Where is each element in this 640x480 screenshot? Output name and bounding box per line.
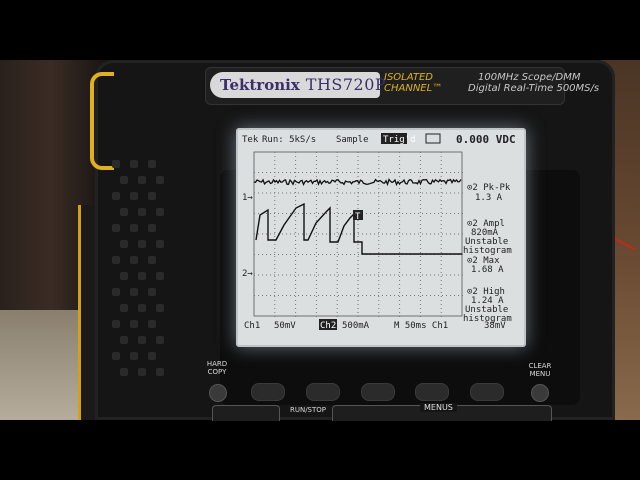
clear-menu-button[interactable] — [531, 384, 549, 402]
bottom-key-left[interactable] — [212, 405, 280, 421]
isolated-channel-label: ISOLATED CHANNEL™ — [384, 72, 442, 94]
yellow-handle — [90, 72, 114, 170]
hard-copy-line1: HARD — [206, 360, 228, 368]
trigger-marker: T — [355, 212, 361, 222]
ch2-marker: 2→ — [242, 269, 253, 279]
softkey-3[interactable] — [361, 383, 395, 401]
run-stop-label: RUN/STOP — [289, 406, 327, 414]
ch1-trace — [253, 178, 462, 187]
footer-trigger-level: 38mV — [484, 321, 506, 331]
clear-menu-label: CLEAR MENU — [522, 362, 558, 378]
model-name: THS720P — [305, 75, 387, 94]
spec-line2: Digital Real-Time 500MS/s — [468, 83, 600, 94]
footer-ch1-scale: 50mV — [274, 321, 296, 331]
hard-copy-button[interactable] — [209, 384, 227, 402]
softkey-2[interactable] — [306, 383, 340, 401]
dmm-voltage: 0.000 VDC — [456, 133, 516, 146]
tek-label: Tek — [242, 135, 259, 145]
footer-ch1: Ch1 — [244, 321, 260, 331]
softkey-1[interactable] — [251, 383, 285, 401]
hard-copy-line2: COPY — [207, 368, 227, 376]
isolated-line1: ISOLATED — [384, 72, 433, 83]
rubber-grip — [112, 160, 172, 390]
hard-copy-label: HARD COPY — [200, 360, 234, 376]
footer-ch2-scale: 500mA — [342, 321, 370, 331]
spec-line1: 100MHz Scope/DMM — [478, 72, 581, 83]
softkey-4[interactable] — [415, 383, 449, 401]
softkey-5[interactable] — [470, 383, 504, 401]
clear-menu-line2: MENU — [529, 370, 551, 378]
spec-label: 100MHz Scope/DMM Digital Real-Time 500MS… — [468, 72, 599, 94]
acq-mode: Sample — [336, 135, 369, 145]
menus-label: MENUS — [420, 403, 457, 412]
battery-icon — [425, 133, 441, 144]
readout-pkpk-value: 1.3 A — [475, 193, 503, 203]
run-state: Run: 5kS/s — [262, 135, 316, 145]
readout-ampl-note2: histogram — [463, 246, 512, 256]
trig-status: Trig'd — [383, 135, 416, 145]
graticule — [253, 151, 463, 317]
ch1-marker: 1→ — [242, 193, 253, 203]
clear-menu-line1: CLEAR — [528, 362, 552, 370]
oscilloscope-screen: Tek Run: 5kS/s Sample Trig'd 0.000 VDC 1… — [236, 128, 526, 347]
brand-name: Tektronix — [220, 76, 300, 94]
readout-max-value: 1.68 A — [471, 265, 504, 275]
readout-pkpk-title: ⊙2 Pk-Pk — [467, 183, 511, 193]
brand-logo: Tektronix THS720P — [210, 72, 386, 98]
screen-graphics: Tek Run: 5kS/s Sample Trig'd 0.000 VDC 1… — [242, 133, 516, 331]
footer-timebase: M 50ms Ch1 — [394, 321, 448, 331]
brand-plate: Tektronix THS720P ISOLATED CHANNEL™ 100MH… — [205, 67, 599, 105]
measurement-readouts: ⊙2 Pk-Pk 1.3 A ⊙2 Ampl 820mA Unstable hi… — [463, 183, 512, 324]
isolated-line2: CHANNEL™ — [384, 83, 443, 94]
footer-ch2: Ch2 — [320, 321, 336, 331]
